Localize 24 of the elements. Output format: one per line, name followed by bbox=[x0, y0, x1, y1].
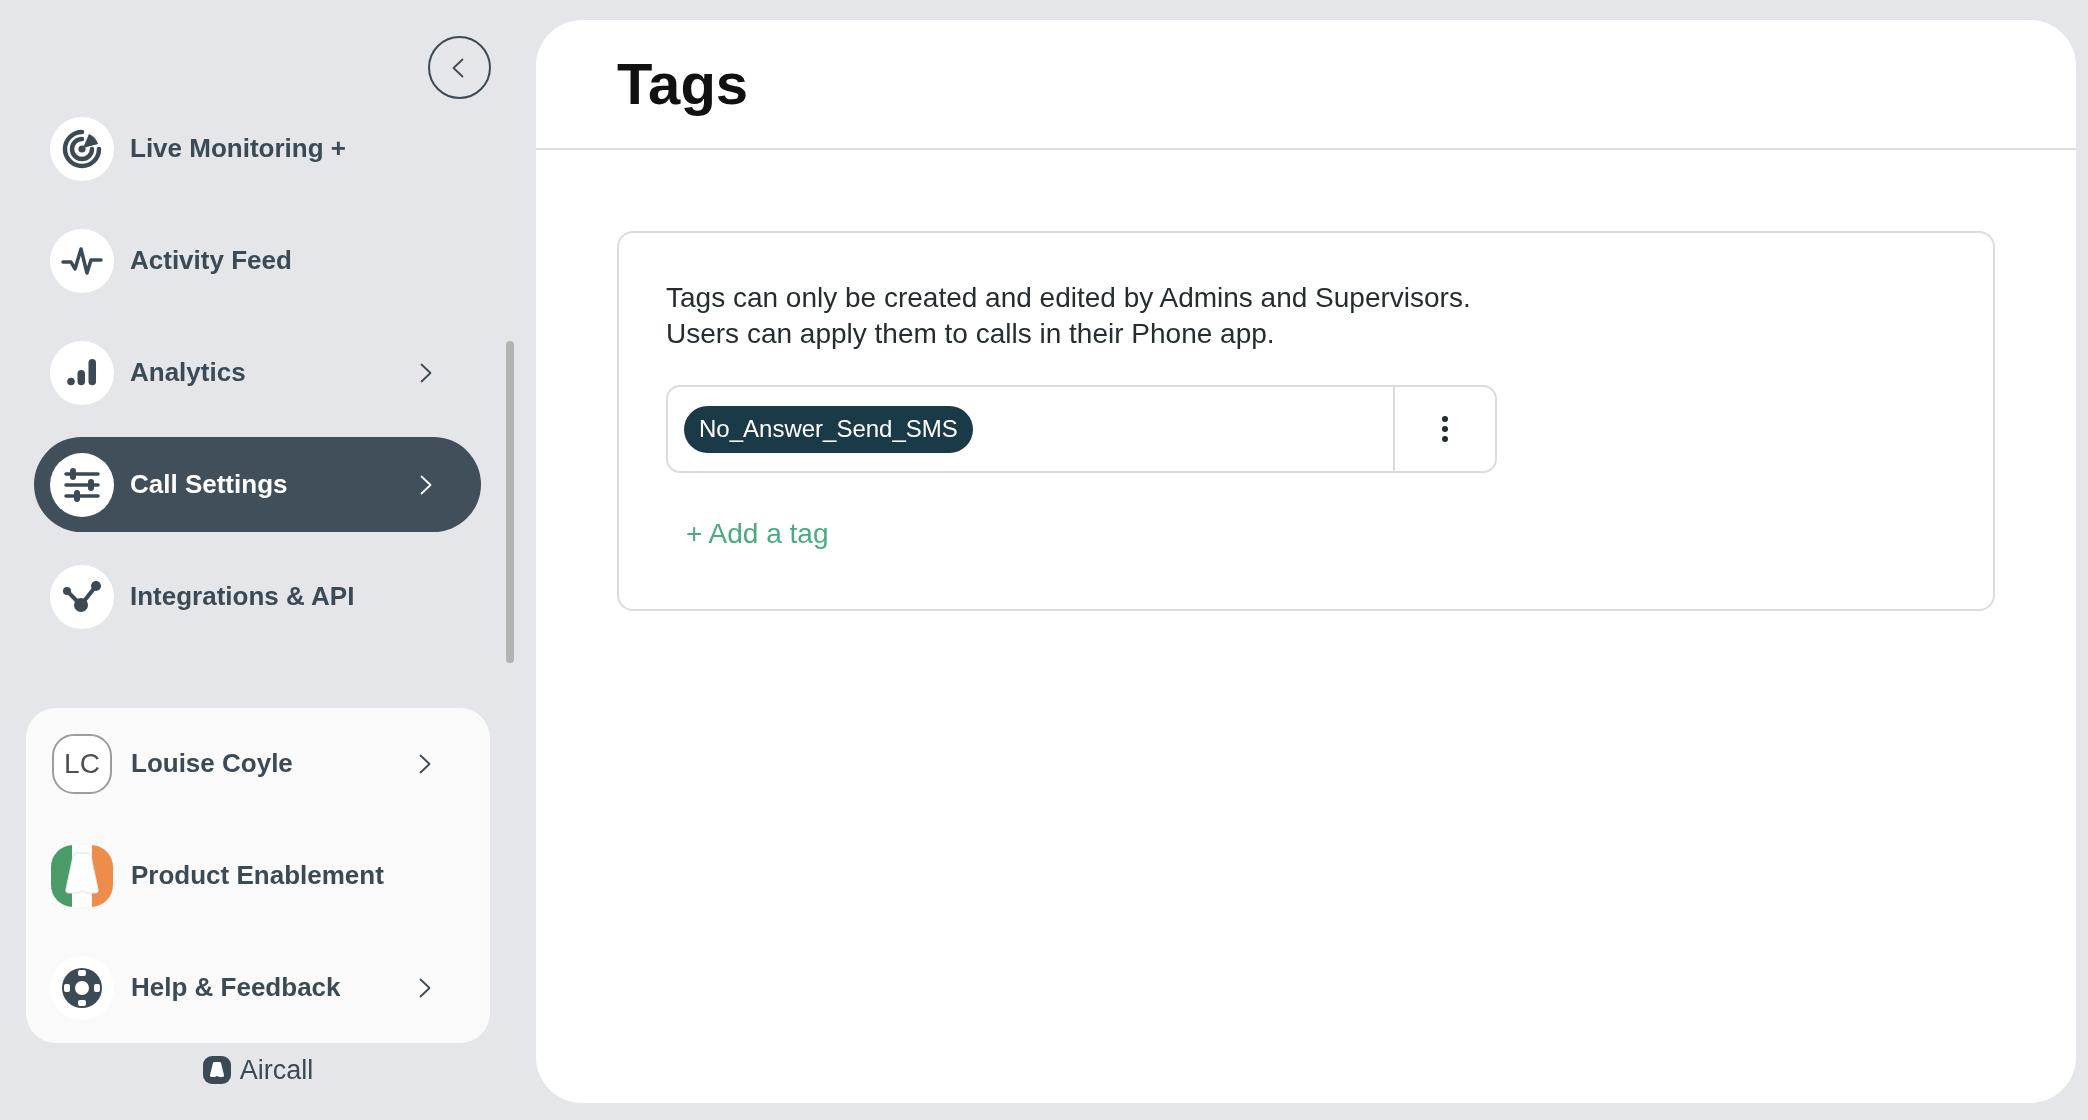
vertical-dots-icon bbox=[1442, 416, 1448, 442]
chevron-left-icon bbox=[452, 57, 464, 78]
menu-item[interactable]: Product Enablement bbox=[26, 828, 490, 923]
collapse-button[interactable] bbox=[428, 36, 491, 99]
tricolor-logo-icon bbox=[51, 844, 113, 907]
menu-item[interactable]: Help & Feedback bbox=[26, 940, 490, 1035]
radar-icon bbox=[50, 116, 114, 181]
user-avatar: LC bbox=[52, 733, 112, 794]
nav-item[interactable]: Activity Feed bbox=[34, 213, 481, 308]
page-title: Tags bbox=[617, 50, 749, 118]
sliders-icon bbox=[50, 452, 114, 517]
scrollbar[interactable] bbox=[506, 341, 514, 663]
menu-item[interactable]: LC Louise Coyle bbox=[26, 716, 490, 811]
tag-chip: No_Answer_Send_SMS bbox=[684, 405, 973, 453]
nav-item[interactable]: Integrations & API bbox=[34, 549, 481, 644]
logo-icon bbox=[202, 1056, 231, 1084]
nav-item[interactable]: Live Monitoring + bbox=[34, 101, 481, 196]
nodes-icon bbox=[50, 564, 114, 629]
brand-name: Aircall bbox=[239, 1054, 314, 1086]
tags-description: Tags can only be created and edited by Admins and Supervisors. Users can apply them to calls in their Phone app. bbox=[666, 281, 1471, 351]
nav-item[interactable]: Call Settings bbox=[34, 437, 481, 532]
pulse-icon bbox=[50, 228, 114, 293]
nav-item[interactable]: Analytics bbox=[34, 325, 481, 420]
bar-chart-icon bbox=[50, 340, 114, 405]
